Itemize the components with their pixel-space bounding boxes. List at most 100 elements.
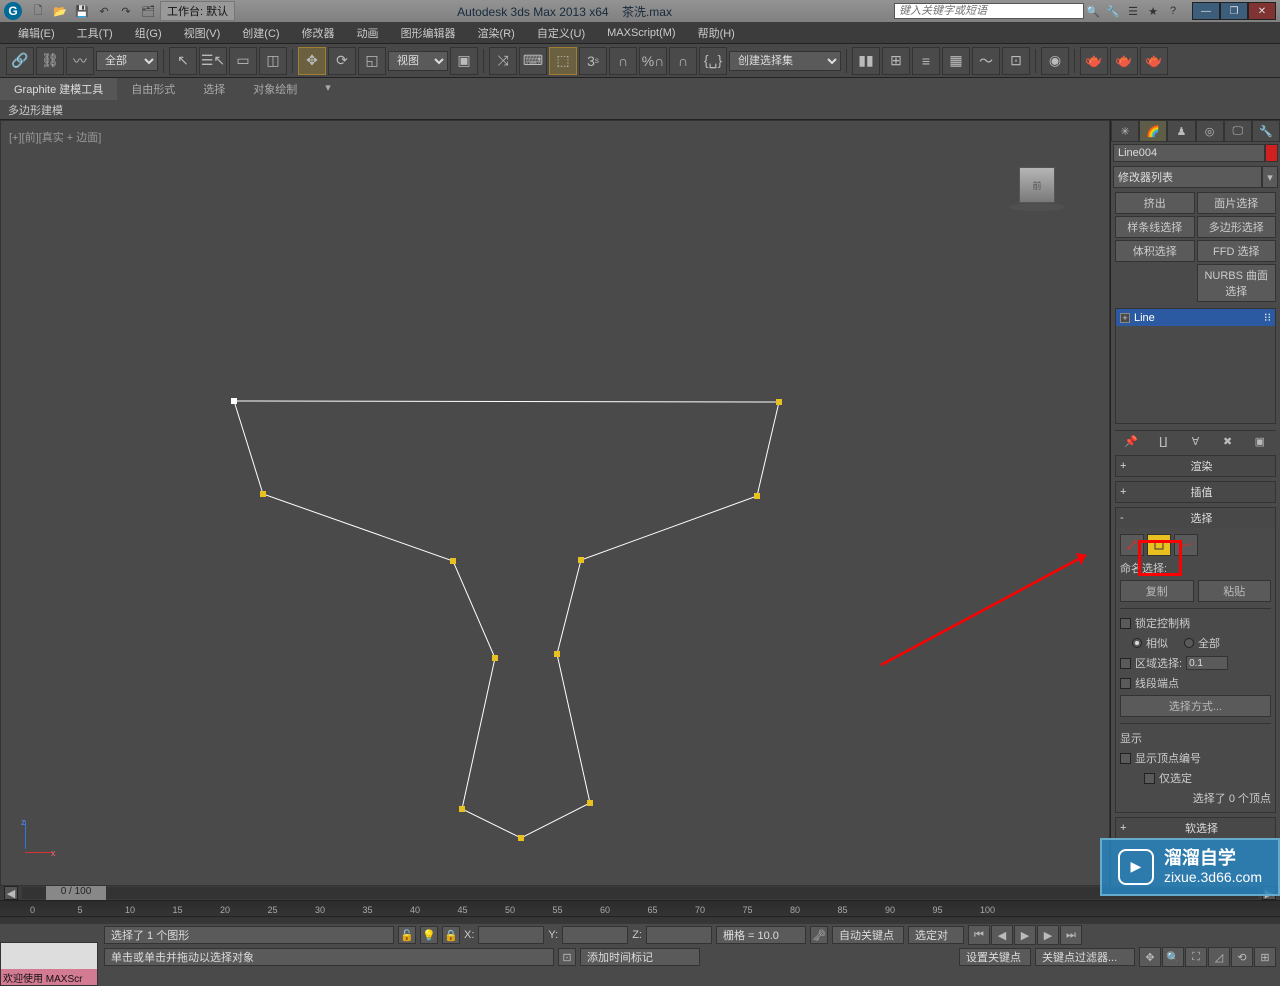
selected-only-checkbox[interactable] [1144, 773, 1155, 784]
play-icon[interactable]: ▶ [1014, 925, 1036, 945]
open-icon[interactable]: 📂 [50, 2, 70, 20]
percent-snap-icon[interactable]: ∩ [609, 47, 637, 75]
new-icon[interactable]: 🗋 [28, 2, 48, 20]
render-setup-icon[interactable]: 🫖 [1080, 47, 1108, 75]
paste-selection-button[interactable]: 粘贴 [1198, 580, 1272, 602]
select-region-rect-icon[interactable]: ▭ [229, 47, 257, 75]
save-icon[interactable]: 💾 [72, 2, 92, 20]
edit-named-icon[interactable]: {␣} [699, 47, 727, 75]
select-manipulate-icon[interactable]: ⤨ [489, 47, 517, 75]
remove-mod-icon[interactable]: ✖ [1220, 433, 1236, 449]
align-icon[interactable]: ⊞ [882, 47, 910, 75]
menu-edit[interactable]: 编辑(E) [8, 22, 65, 44]
add-time-tag-button[interactable]: 添加时间标记 [580, 948, 700, 966]
named-selection-dropdown[interactable]: 创建选择集 [729, 51, 841, 71]
key-mode-icon[interactable]: 🗝 [810, 926, 828, 944]
create-panel-tab[interactable]: ✳ [1111, 120, 1139, 142]
set-key-button[interactable]: 设置关键点 [959, 948, 1031, 966]
viewcube[interactable]: 前 [1005, 161, 1069, 211]
coord-y-field[interactable] [562, 926, 628, 944]
object-name-field[interactable] [1113, 144, 1265, 162]
rollout-toggle-icon[interactable]: + [1120, 822, 1132, 834]
pin-stack-icon[interactable]: 📌 [1123, 433, 1139, 449]
ribbon-tab-freeform[interactable]: 自由形式 [117, 78, 189, 100]
layers-icon[interactable]: ≡ [912, 47, 940, 75]
modify-panel-tab[interactable]: 🌈 [1139, 120, 1167, 142]
communicate-icon[interactable]: ☰ [1124, 2, 1142, 20]
select-object-icon[interactable]: ↖ [169, 47, 197, 75]
ribbon-tab-modeling[interactable]: Graphite 建模工具 [0, 78, 117, 100]
display-panel-tab[interactable]: 🖵 [1224, 120, 1252, 142]
all-radio[interactable] [1184, 638, 1194, 648]
timeline-ruler[interactable]: 0510152025303540455055606570758085909510… [0, 900, 1280, 924]
configure-sets-icon[interactable]: ▣ [1252, 433, 1268, 449]
mod-btn-splinesel[interactable]: 样条线选择 [1115, 216, 1195, 238]
nav-orbit-icon[interactable]: ⟲ [1231, 947, 1253, 967]
render-production-icon[interactable]: 🫖 [1140, 47, 1168, 75]
selected-set-dropdown[interactable]: 选定对 [908, 926, 964, 944]
maximize-button[interactable]: ❐ [1220, 2, 1248, 20]
material-editor-icon[interactable]: ◉ [1041, 47, 1069, 75]
nav-zoom-icon[interactable]: 🔍 [1162, 947, 1184, 967]
coord-z-field[interactable] [646, 926, 712, 944]
snap-toggle-icon[interactable]: ⬚ [549, 47, 577, 75]
mod-btn-extrude[interactable]: 挤出 [1115, 192, 1195, 214]
goto-end-icon[interactable]: ⏭ [1060, 925, 1082, 945]
nav-maximize-icon[interactable]: ⊞ [1254, 947, 1276, 967]
mod-btn-polysel[interactable]: 多边形选择 [1197, 216, 1277, 238]
unlink-icon[interactable]: ⛓ [36, 47, 64, 75]
modifier-stack[interactable]: + Line ⁝⁝ [1115, 308, 1276, 424]
selection-lock-icon[interactable]: 🔒 [442, 926, 460, 944]
close-button[interactable]: ✕ [1248, 2, 1276, 20]
menu-view[interactable]: 视图(V) [174, 22, 231, 44]
minimize-button[interactable]: — [1192, 2, 1220, 20]
menu-tools[interactable]: 工具(T) [67, 22, 123, 44]
lock-handles-checkbox[interactable] [1120, 618, 1131, 629]
nav-pan-icon[interactable]: ✥ [1139, 947, 1161, 967]
ribbon-collapse-icon[interactable]: ▾ [311, 78, 339, 100]
menu-group[interactable]: 组(G) [125, 22, 172, 44]
ribbon-tab-selection[interactable]: 选择 [189, 78, 239, 100]
select-by-button[interactable]: 选择方式... [1120, 695, 1271, 717]
isolate-icon[interactable]: 💡 [420, 926, 438, 944]
undo-icon[interactable]: ↶ [94, 2, 114, 20]
menu-customize[interactable]: 自定义(U) [527, 22, 595, 44]
menu-animation[interactable]: 动画 [347, 22, 389, 44]
help-search-input[interactable] [894, 3, 1084, 19]
stack-item-line[interactable]: + Line ⁝⁝ [1116, 309, 1275, 326]
select-name-icon[interactable]: ☰↖ [199, 47, 227, 75]
app-icon[interactable]: G [4, 2, 22, 20]
stack-expand-icon[interactable]: + [1120, 313, 1130, 323]
schematic-icon[interactable]: ⊡ [1002, 47, 1030, 75]
help-icon[interactable]: ? [1164, 2, 1182, 20]
rollout-toggle-icon[interactable]: + [1120, 460, 1132, 472]
select-move-icon[interactable]: ✥ [298, 47, 326, 75]
menu-help[interactable]: 帮助(H) [688, 22, 745, 44]
ribbon-tab-paint[interactable]: 对象绘制 [239, 78, 311, 100]
selection-filter-dropdown[interactable]: 全部 [96, 51, 158, 71]
link-icon[interactable]: 🗂 [138, 2, 158, 20]
mirror-icon[interactable]: ▮▮ [852, 47, 880, 75]
time-slider[interactable]: 0 / 100 [22, 887, 1258, 899]
modifier-dropdown-arrow-icon[interactable]: ▾ [1262, 166, 1278, 188]
prev-frame-icon[interactable]: ◀ [991, 925, 1013, 945]
menu-maxscript[interactable]: MAXScript(M) [597, 24, 685, 42]
lock-selection-icon[interactable]: 🔓 [398, 926, 416, 944]
select-link-icon[interactable]: 🔗 [6, 47, 34, 75]
area-select-spinner[interactable] [1186, 656, 1228, 670]
coord-x-field[interactable] [478, 926, 544, 944]
menu-grapheditors[interactable]: 图形编辑器 [391, 22, 466, 44]
key-filters-button[interactable]: 关键点过滤器... [1035, 948, 1135, 966]
copy-selection-button[interactable]: 复制 [1120, 580, 1194, 602]
workspace-dropdown[interactable]: 工作台: 默认 [160, 1, 235, 21]
mod-btn-nurbssel[interactable]: NURBS 曲面选择 [1197, 264, 1277, 302]
hierarchy-panel-tab[interactable]: ♟ [1167, 120, 1195, 142]
show-result-icon[interactable]: ∐ [1155, 433, 1171, 449]
keyboard-shortcut-icon[interactable]: ⌨ [519, 47, 547, 75]
segment-end-checkbox[interactable] [1120, 678, 1131, 689]
motion-panel-tab[interactable]: ◎ [1196, 120, 1224, 142]
bind-spacewarp-icon[interactable]: 〰 [66, 47, 94, 75]
nav-zoomext-icon[interactable]: ⛶ [1185, 947, 1207, 967]
show-vertex-num-checkbox[interactable] [1120, 753, 1131, 764]
nav-fov-icon[interactable]: ◿ [1208, 947, 1230, 967]
